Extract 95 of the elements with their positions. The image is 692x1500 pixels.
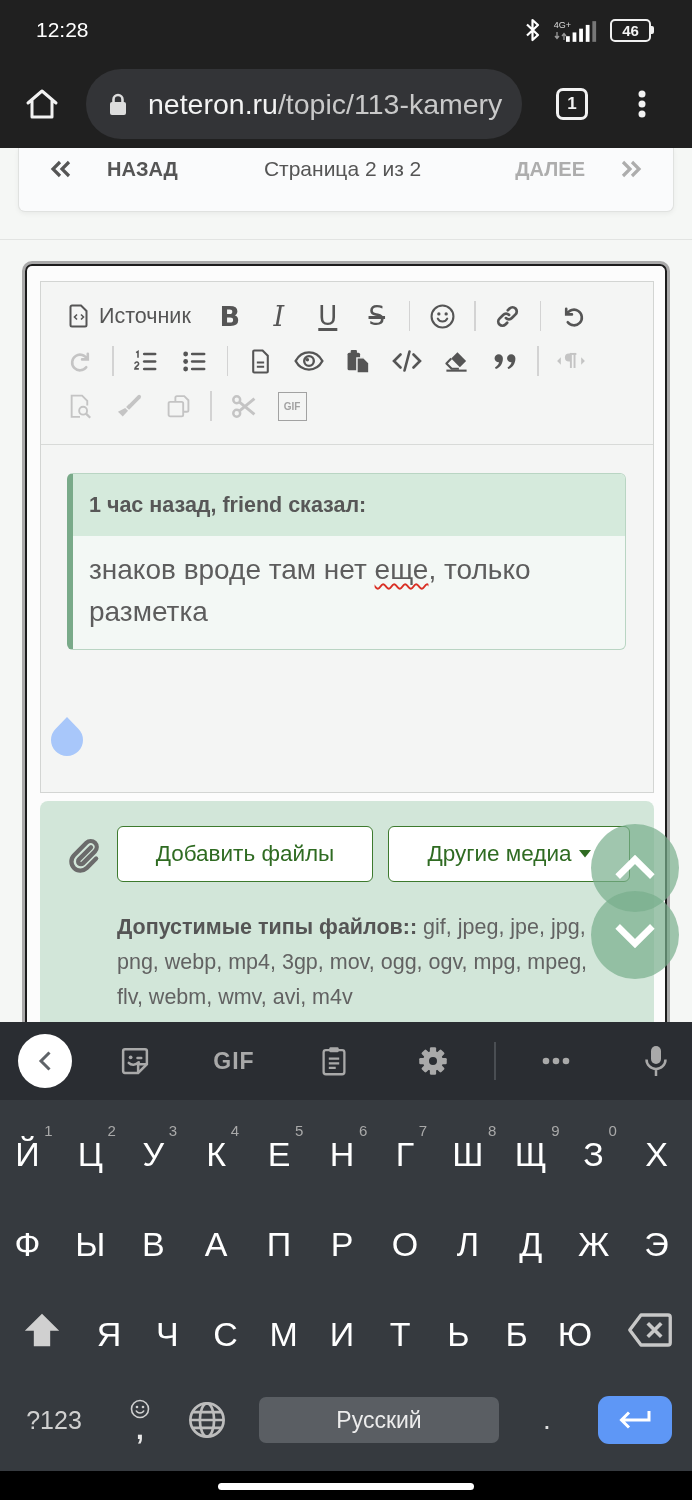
letter-key[interactable]: Э — [639, 1213, 682, 1267]
sticker-icon — [120, 1046, 150, 1076]
period-key[interactable]: . — [533, 1398, 561, 1442]
copy-icon — [165, 393, 191, 419]
number-hint: 0 — [608, 1123, 617, 1139]
letter-key[interactable]: Й 1 — [10, 1123, 53, 1177]
chevron-down-icon — [613, 922, 657, 948]
settings-icon — [418, 1046, 448, 1076]
cursor-handle-icon[interactable] — [50, 716, 84, 757]
letter-key[interactable]: Н 6 — [324, 1123, 368, 1177]
previous-page-link[interactable]: НАЗАД — [50, 148, 178, 190]
clock-time: 12:28 — [36, 18, 89, 42]
number-hint: 9 — [551, 1123, 560, 1139]
smiley-icon — [130, 1399, 150, 1419]
letter-key[interactable]: Ж — [572, 1213, 623, 1267]
letter-key[interactable]: Д — [514, 1213, 556, 1267]
letter-key[interactable]: Ф — [9, 1213, 54, 1267]
number-hint: 2 — [107, 1123, 116, 1139]
menu-icon — [638, 90, 646, 118]
quote-text: знаков вроде там нет еще, только разметка — [88, 553, 532, 629]
gif-button[interactable]: GIF — [209, 1043, 259, 1079]
letter-key[interactable]: Р — [325, 1213, 367, 1267]
letter-key[interactable]: М — [264, 1303, 311, 1357]
underline-button[interactable]: U — [307, 296, 348, 336]
italic-button[interactable]: I — [258, 296, 299, 336]
double-chevron-left-icon — [50, 159, 72, 179]
home-icon — [25, 87, 59, 121]
page-indicator: Страница 2 из 2 — [263, 156, 422, 182]
chevron-up-icon — [613, 855, 657, 881]
number-hint: 1 — [44, 1123, 53, 1139]
letter-key[interactable]: А — [199, 1213, 241, 1267]
enter-icon — [618, 1409, 652, 1431]
enter-key[interactable] — [598, 1396, 672, 1444]
letter-key[interactable]: У 3 — [137, 1123, 178, 1177]
number-hint: 8 — [488, 1123, 497, 1139]
chevron-left-icon — [38, 1050, 52, 1072]
letter-key[interactable]: Ш 8 — [447, 1123, 497, 1177]
bold-button[interactable]: B — [209, 296, 250, 336]
letter-key[interactable]: Х — [640, 1123, 681, 1177]
add-files-button[interactable]: Добавить файлы — [117, 826, 373, 882]
document-code-icon — [69, 304, 89, 328]
letter-key[interactable]: В — [136, 1213, 178, 1267]
letter-key[interactable]: Е 5 — [262, 1123, 304, 1177]
letter-key[interactable]: И — [324, 1303, 368, 1357]
letter-key[interactable]: С — [208, 1303, 251, 1357]
letter-key[interactable]: К 4 — [201, 1123, 240, 1177]
number-hint: 3 — [168, 1123, 178, 1139]
more-icon — [542, 1057, 570, 1065]
source-button[interactable]: Источник — [60, 296, 201, 336]
smiley-icon — [429, 303, 455, 329]
shift-icon — [22, 1312, 62, 1348]
back-button[interactable] — [18, 1034, 72, 1088]
microphone-icon — [644, 1045, 668, 1077]
number-hint: 6 — [358, 1123, 368, 1139]
battery-indicator: 46 — [610, 18, 654, 42]
lock-icon — [108, 92, 128, 116]
network-type-label: 4G+ — [553, 20, 571, 30]
letter-key[interactable]: Ы — [70, 1213, 119, 1267]
letter-key[interactable]: З 0 — [578, 1123, 617, 1177]
brush-icon — [116, 393, 142, 419]
letter-key[interactable]: Щ 9 — [509, 1123, 560, 1177]
url-text: neteron.ru/topic/113-kamery — [148, 87, 503, 121]
strikethrough-button[interactable]: S — [356, 296, 397, 336]
letter-key[interactable]: Л — [451, 1213, 492, 1267]
scissors-icon — [231, 393, 256, 419]
address-field[interactable]: neteron.ru/topic/113-kamery — [86, 69, 522, 139]
symbols-key[interactable]: ?123 — [20, 1399, 88, 1441]
number-hint: 5 — [295, 1123, 304, 1139]
letter-key[interactable]: О — [386, 1213, 432, 1267]
backspace-icon — [626, 1312, 673, 1348]
letter-key[interactable]: Ю — [552, 1303, 606, 1357]
quote-header: 1 час назад, friend сказал: — [73, 474, 625, 536]
letter-key[interactable]: Ь — [442, 1303, 483, 1357]
clipboard-icon — [345, 348, 371, 374]
number-hint: 7 — [418, 1123, 428, 1139]
letter-key[interactable]: Т — [384, 1303, 424, 1357]
letter-key[interactable]: Ц 2 — [72, 1123, 116, 1177]
letter-key[interactable]: Б — [500, 1303, 541, 1357]
space-key[interactable]: Русский — [259, 1397, 499, 1443]
allowed-file-types-text: Допустимые типы файлов:: gif, jpeg, jpe, jpg, png, webp, mp4, 3gp, mov, ogg, ogv, mpg, mpeg, flv, webm, wmv, avi, m4v — [117, 914, 589, 1011]
letter-key[interactable]: Ч — [151, 1303, 192, 1357]
bluetooth-icon — [524, 17, 541, 43]
globe-icon — [188, 1401, 226, 1439]
letter-key[interactable]: П — [261, 1213, 305, 1267]
eye-icon — [294, 350, 324, 372]
link-icon — [495, 303, 521, 329]
clipboard-icon — [320, 1046, 348, 1076]
code-icon — [392, 350, 422, 372]
letter-key[interactable]: Г 7 — [390, 1123, 428, 1177]
letter-key[interactable]: Я — [91, 1303, 135, 1357]
comma-key[interactable]: , — [124, 1397, 156, 1443]
number-hint: 4 — [230, 1123, 240, 1139]
double-chevron-right-icon — [620, 159, 642, 179]
tab-count-button[interactable]: 1 — [556, 88, 588, 120]
data-arrows-icon — [553, 32, 568, 40]
